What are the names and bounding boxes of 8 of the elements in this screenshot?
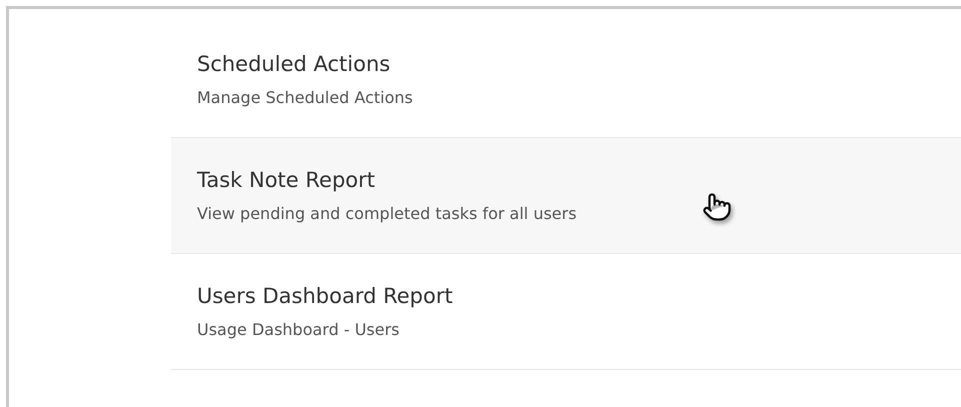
item-description: View pending and completed tasks for all users [197, 203, 577, 225]
item-description: Usage Dashboard - Users [197, 319, 400, 341]
item-description: Manage Scheduled Actions [197, 87, 413, 109]
item-title: Scheduled Actions [197, 51, 390, 78]
item-title: Task Note Report [197, 167, 375, 194]
hand-cursor-icon [702, 192, 732, 222]
item-title: Users Dashboard Report [197, 283, 453, 310]
report-list-item[interactable]: Task Note Report View pending and completed tasks for all users [171, 138, 961, 254]
